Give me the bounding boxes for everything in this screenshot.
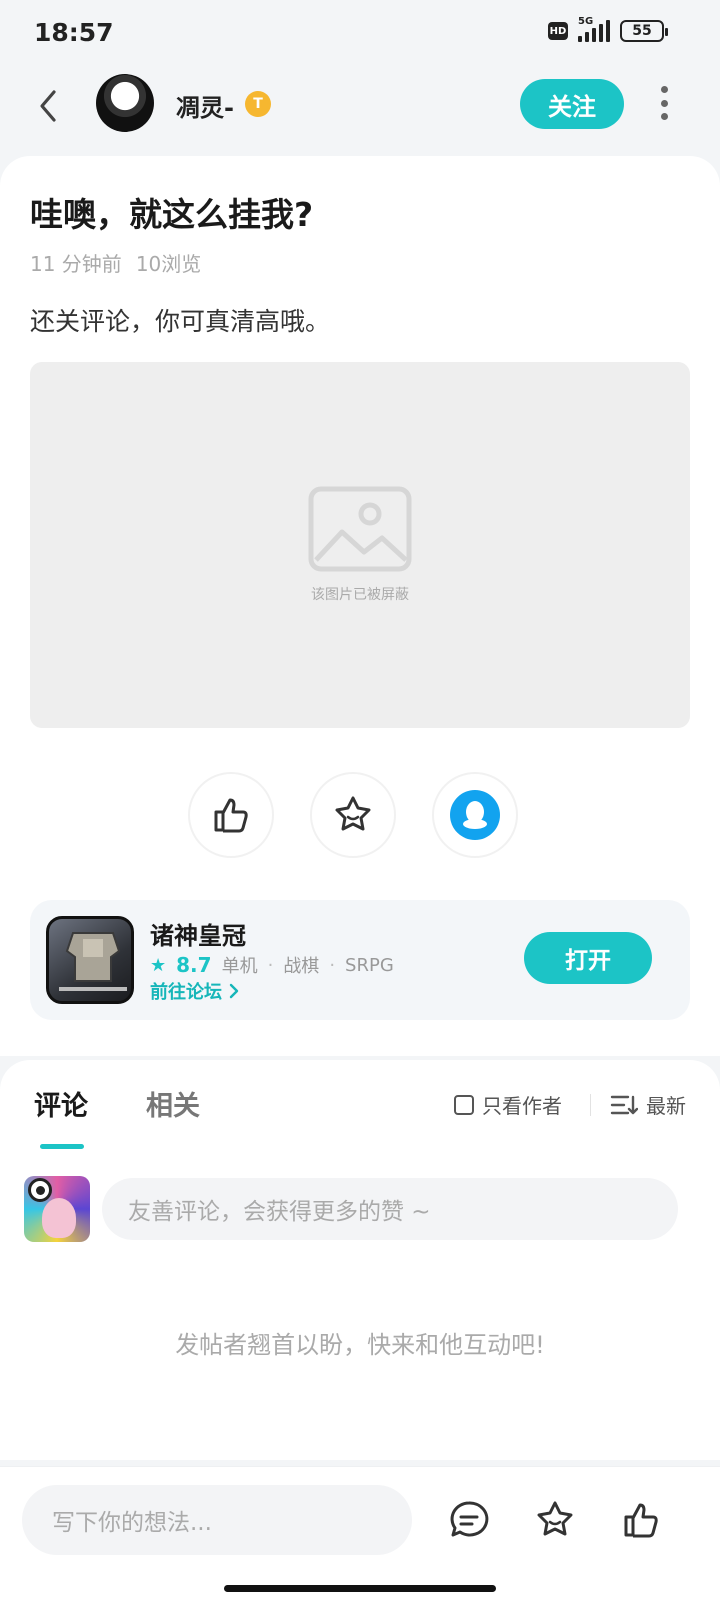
divider (590, 1094, 591, 1116)
post-meta: 11 分钟前 10浏览 (30, 248, 201, 277)
checkbox-icon (454, 1094, 474, 1115)
favorite-button[interactable] (310, 772, 396, 858)
game-card[interactable]: 诸神皇冠 ★ 8.7 单机 · 战棋 · SRPG 前往论坛 打开 (30, 900, 690, 1020)
battery-level: 55 (632, 23, 652, 39)
game-name: 诸神皇冠 (150, 922, 246, 950)
game-tag: 战棋 (283, 956, 320, 977)
only-author-label: 只看作者 (482, 1094, 562, 1118)
hd-icon: HD (548, 22, 568, 40)
sort-icon (610, 1095, 638, 1114)
post-actions (0, 772, 720, 858)
star-icon (335, 796, 371, 831)
comment-input[interactable]: 友善评论，会获得更多的赞 ~ (102, 1178, 678, 1240)
tab-related[interactable]: 相关 (146, 1084, 200, 1123)
thought-input[interactable]: 写下你的想法... (22, 1485, 412, 1555)
home-indicator[interactable] (224, 1585, 496, 1592)
follow-button[interactable]: 关注 (520, 79, 624, 129)
status-time: 18:57 (34, 18, 114, 47)
my-avatar[interactable] (24, 1176, 90, 1242)
network-label: 5G (578, 16, 594, 27)
tab-comments[interactable]: 评论 (34, 1084, 88, 1123)
post-time: 11 分钟前 (30, 252, 122, 276)
empty-comments-text: 发帖者翘首以盼，快来和他互动吧! (175, 1331, 545, 1359)
favorite-bottom-button[interactable] (532, 1497, 578, 1543)
star-icon: ★ (150, 954, 167, 976)
comments-section: 评论 相关 只看作者 最新 友善评论，会获得更多的赞 ~ 发帖者翘首以盼，快来和… (0, 1060, 720, 1460)
post-header: 凋灵- T 关注 (0, 70, 720, 160)
only-author-toggle[interactable]: 只看作者 (454, 1090, 562, 1119)
game-info: ★ 8.7 单机 · 战棋 · SRPG (150, 953, 394, 977)
thumbs-up-icon (624, 1503, 658, 1538)
blocked-image[interactable]: 该图片已被屏蔽 (30, 362, 690, 728)
chevron-right-icon (229, 983, 239, 999)
sort-button[interactable]: 最新 (610, 1090, 686, 1119)
game-icon (46, 916, 134, 1004)
post-content: 还关评论，你可真清高哦。 (30, 307, 331, 336)
share-qq-button[interactable] (432, 772, 518, 858)
post-views: 10浏览 (135, 252, 202, 276)
comment-icon (450, 1501, 489, 1537)
author-avatar[interactable] (96, 74, 154, 132)
author-name[interactable]: 凋灵- (176, 88, 234, 123)
forum-link[interactable]: 前往论坛 (150, 978, 240, 1004)
thumbs-up-icon (214, 798, 248, 833)
like-button[interactable] (188, 772, 274, 858)
game-tag: SRPG (345, 954, 394, 976)
image-placeholder-icon (308, 486, 412, 572)
signal-icon: 5G (578, 16, 610, 42)
forum-link-label: 前往论坛 (150, 982, 222, 1003)
qq-icon (450, 790, 500, 840)
sort-label: 最新 (646, 1094, 686, 1118)
open-game-button[interactable]: 打开 (524, 932, 652, 984)
status-bar: 18:57 HD 5G 55 (0, 0, 720, 70)
like-bottom-button[interactable] (618, 1497, 664, 1543)
badge-icon: T (245, 91, 271, 117)
post-card: 哇噢，就这么挂我? 11 分钟前 10浏览 还关评论，你可真清高哦。 该图片已被屏… (0, 156, 720, 1056)
image-blocked-text: 该图片已被屏蔽 (311, 587, 409, 603)
battery-icon: 55 (620, 20, 668, 42)
more-options-icon[interactable] (652, 86, 676, 120)
star-icon (537, 1501, 573, 1536)
game-rating: 8.7 (176, 953, 212, 977)
back-button[interactable] (32, 88, 68, 124)
status-icons: HD 5G 55 (548, 16, 668, 42)
comment-button[interactable] (446, 1497, 492, 1543)
active-tab-indicator (40, 1144, 84, 1149)
chevron-left-icon (40, 90, 56, 122)
post-title: 哇噢，就这么挂我? (30, 195, 314, 234)
game-tag: 单机 (221, 956, 258, 977)
bottom-bar: 写下你的想法... (0, 1466, 720, 1600)
